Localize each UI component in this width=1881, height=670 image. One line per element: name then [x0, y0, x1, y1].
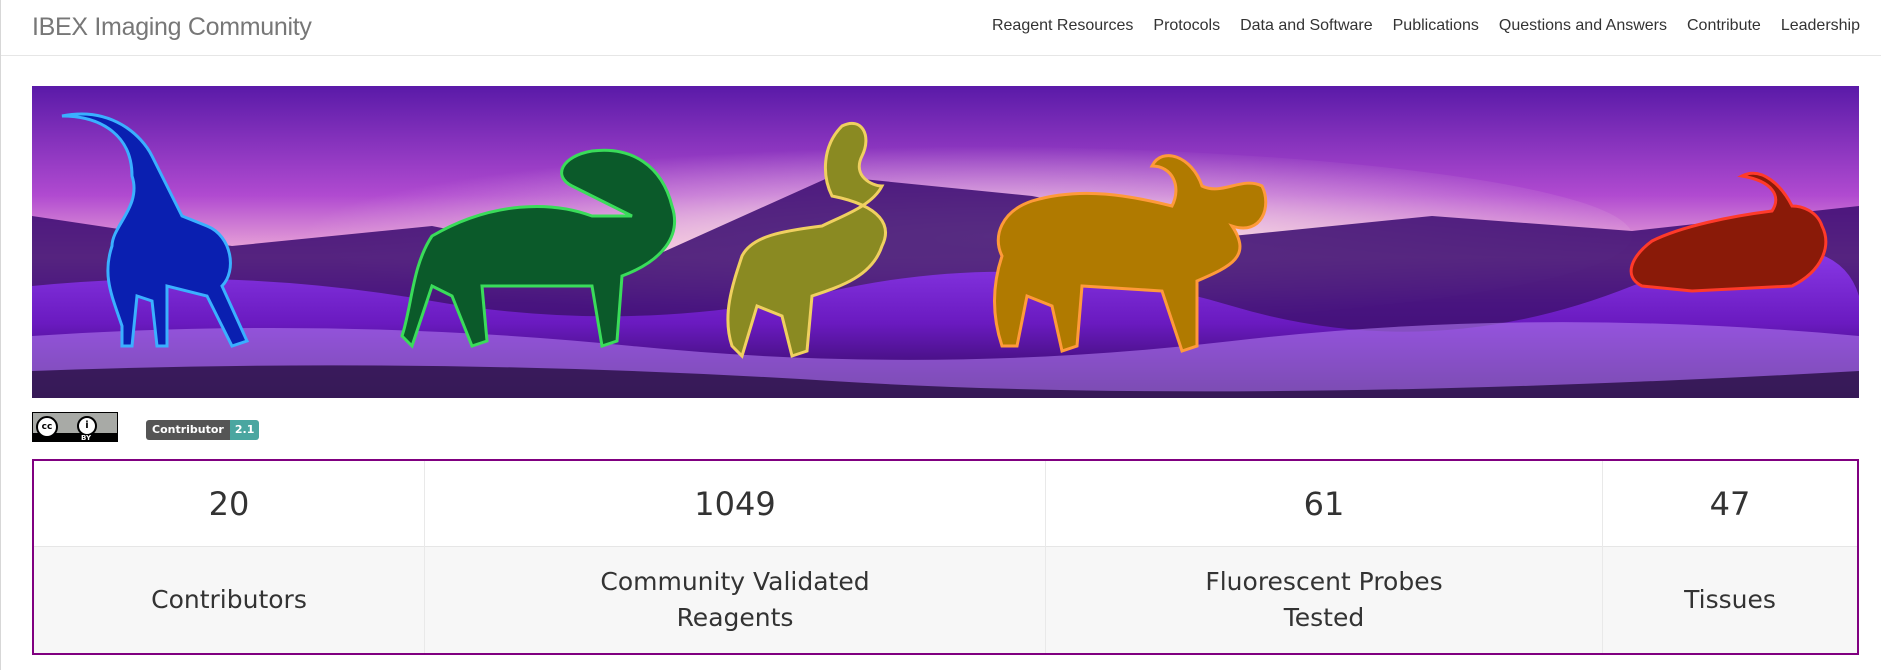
- stat-label: Fluorescent Probes Tested: [1046, 547, 1602, 653]
- cc-by-license-badge[interactable]: cc i BY: [32, 412, 118, 442]
- nav-protocols[interactable]: Protocols: [1153, 17, 1220, 35]
- stat-value: 20: [34, 461, 424, 547]
- nav-publications[interactable]: Publications: [1393, 17, 1479, 35]
- site-brand[interactable]: IBEX Imaging Community: [32, 13, 312, 42]
- stat-value: 61: [1046, 461, 1602, 547]
- hero-banner-ibex-image: [32, 86, 1859, 398]
- nav-reagent-resources[interactable]: Reagent Resources: [992, 17, 1133, 35]
- stat-value: 47: [1603, 461, 1857, 547]
- stat-validated-reagents: 1049 Community Validated Reagents: [425, 461, 1046, 653]
- cc-icon: cc: [36, 416, 58, 438]
- covenant-label: Contributor Covenant: [146, 420, 230, 440]
- nav-contribute[interactable]: Contribute: [1687, 17, 1761, 35]
- stat-label-text: Community Validated Reagents: [600, 567, 870, 632]
- contributor-covenant-badge[interactable]: Contributor Covenant 2.1: [146, 420, 260, 440]
- stat-label: Tissues: [1603, 547, 1857, 653]
- cc-by-label: BY: [81, 434, 92, 442]
- stat-contributors: 20 Contributors: [34, 461, 425, 653]
- stat-label-text: Fluorescent Probes Tested: [1205, 567, 1443, 632]
- stat-value: 1049: [425, 461, 1045, 547]
- stats-table: 20 Contributors 1049 Community Validated…: [32, 459, 1859, 655]
- covenant-version: 2.1: [229, 420, 260, 440]
- nav-questions-and-answers[interactable]: Questions and Answers: [1499, 17, 1667, 35]
- stat-tissues: 47 Tissues: [1603, 461, 1857, 653]
- nav-leadership[interactable]: Leadership: [1781, 17, 1860, 35]
- stat-label: Community Validated Reagents: [425, 547, 1045, 653]
- top-navbar: IBEX Imaging Community Reagent Resources…: [1, 0, 1881, 56]
- stat-label: Contributors: [34, 547, 424, 653]
- main-nav: Reagent Resources Protocols Data and Sof…: [992, 17, 1860, 35]
- attribution-person-icon: i: [77, 416, 97, 436]
- stat-fluorescent-probes: 61 Fluorescent Probes Tested: [1046, 461, 1603, 653]
- nav-data-and-software[interactable]: Data and Software: [1240, 17, 1373, 35]
